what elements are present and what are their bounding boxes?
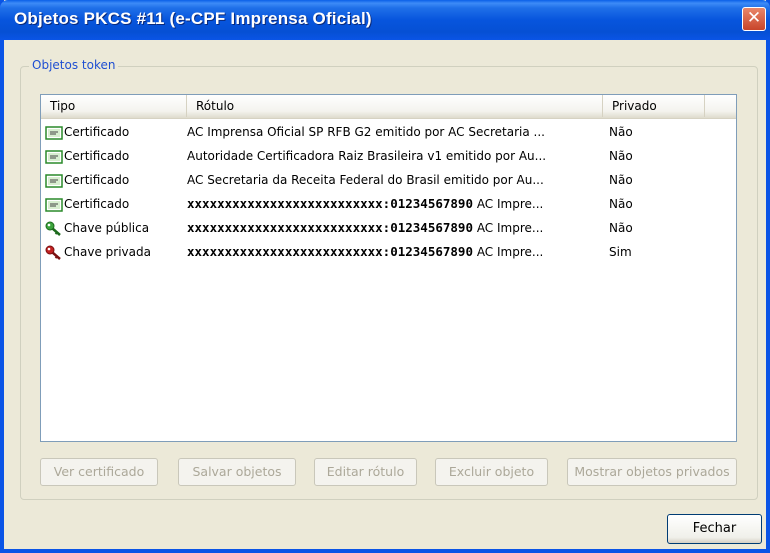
close-button[interactable]: ✕: [742, 7, 766, 31]
list-item[interactable]: Certificado Autoridade Certificadora Rai…: [41, 144, 736, 168]
row-rotulo-id: xxxxxxxxxxxxxxxxxxxxxxxxxx:01234567890: [187, 220, 473, 235]
row-rotulo: AC Secretaria da Receita Federal do Bras…: [187, 173, 544, 187]
row-tipo: Certificado: [64, 197, 130, 211]
row-rotulo-id: xxxxxxxxxxxxxxxxxxxxxxxxxx:01234567890: [187, 196, 473, 211]
row-rotulo-suffix: AC Impre...: [476, 221, 544, 235]
objects-list[interactable]: Tipo Rótulo Privado Certificado AC Impre…: [40, 94, 737, 442]
row-rotulo-suffix: AC Impre...: [476, 245, 544, 259]
column-header-privado[interactable]: Privado: [603, 95, 705, 117]
column-header-rotulo[interactable]: Rótulo: [187, 95, 603, 117]
row-tipo: Certificado: [64, 173, 130, 187]
certificate-icon: [45, 149, 63, 164]
row-tipo: Chave privada: [64, 245, 151, 259]
show-private-objects-button[interactable]: Mostrar objetos privados: [567, 458, 737, 486]
list-item[interactable]: Certificado AC Imprensa Oficial SP RFB G…: [41, 120, 736, 144]
list-item[interactable]: Certificado AC Secretaria da Receita Fed…: [41, 168, 736, 192]
row-privado: Não: [609, 197, 633, 211]
group-label: Objetos token: [29, 58, 119, 72]
row-tipo: Certificado: [64, 149, 130, 163]
token-objects-group: Objetos token Tipo Rótulo Privado Certif…: [20, 58, 758, 500]
list-item[interactable]: Certificado xxxxxxxxxxxxxxxxxxxxxxxxxx:0…: [41, 192, 736, 216]
close-icon: ✕: [746, 8, 762, 28]
title-bar[interactable]: Objetos PKCS #11 (e-CPF Imprensa Oficial…: [0, 0, 770, 40]
save-objects-button[interactable]: Salvar objetos: [178, 458, 296, 486]
list-item[interactable]: Chave pública xxxxxxxxxxxxxxxxxxxxxxxxxx…: [41, 216, 736, 240]
row-privado: Não: [609, 125, 633, 139]
certificate-icon: [45, 125, 63, 140]
row-tipo: Chave pública: [64, 221, 150, 235]
row-rotulo-suffix: AC Impre...: [476, 197, 544, 211]
view-certificate-button[interactable]: Ver certificado: [40, 458, 158, 486]
row-privado: Não: [609, 173, 633, 187]
row-tipo: Certificado: [64, 125, 130, 139]
dialog-window: Objetos PKCS #11 (e-CPF Imprensa Oficial…: [0, 0, 770, 553]
row-rotulo: AC Imprensa Oficial SP RFB G2 emitido po…: [187, 125, 545, 139]
certificate-icon: [45, 173, 63, 188]
row-rotulo-id: xxxxxxxxxxxxxxxxxxxxxxxxxx:01234567890: [187, 244, 473, 259]
window-title: Objetos PKCS #11 (e-CPF Imprensa Oficial…: [14, 9, 372, 28]
row-privado: Sim: [609, 245, 632, 259]
row-rotulo: Autoridade Certificadora Raiz Brasileira…: [187, 149, 547, 163]
row-privado: Não: [609, 149, 633, 163]
public-key-icon: [45, 221, 61, 236]
list-item[interactable]: Chave privada xxxxxxxxxxxxxxxxxxxxxxxxxx…: [41, 240, 736, 264]
certificate-icon: [45, 197, 63, 212]
row-privado: Não: [609, 221, 633, 235]
close-dialog-button[interactable]: Fechar: [667, 514, 762, 544]
delete-object-button[interactable]: Excluir objeto: [435, 458, 548, 486]
list-header: Tipo Rótulo Privado: [41, 95, 736, 119]
column-header-tipo[interactable]: Tipo: [41, 95, 187, 117]
edit-label-button[interactable]: Editar rótulo: [314, 458, 417, 486]
private-key-icon: [45, 245, 61, 260]
